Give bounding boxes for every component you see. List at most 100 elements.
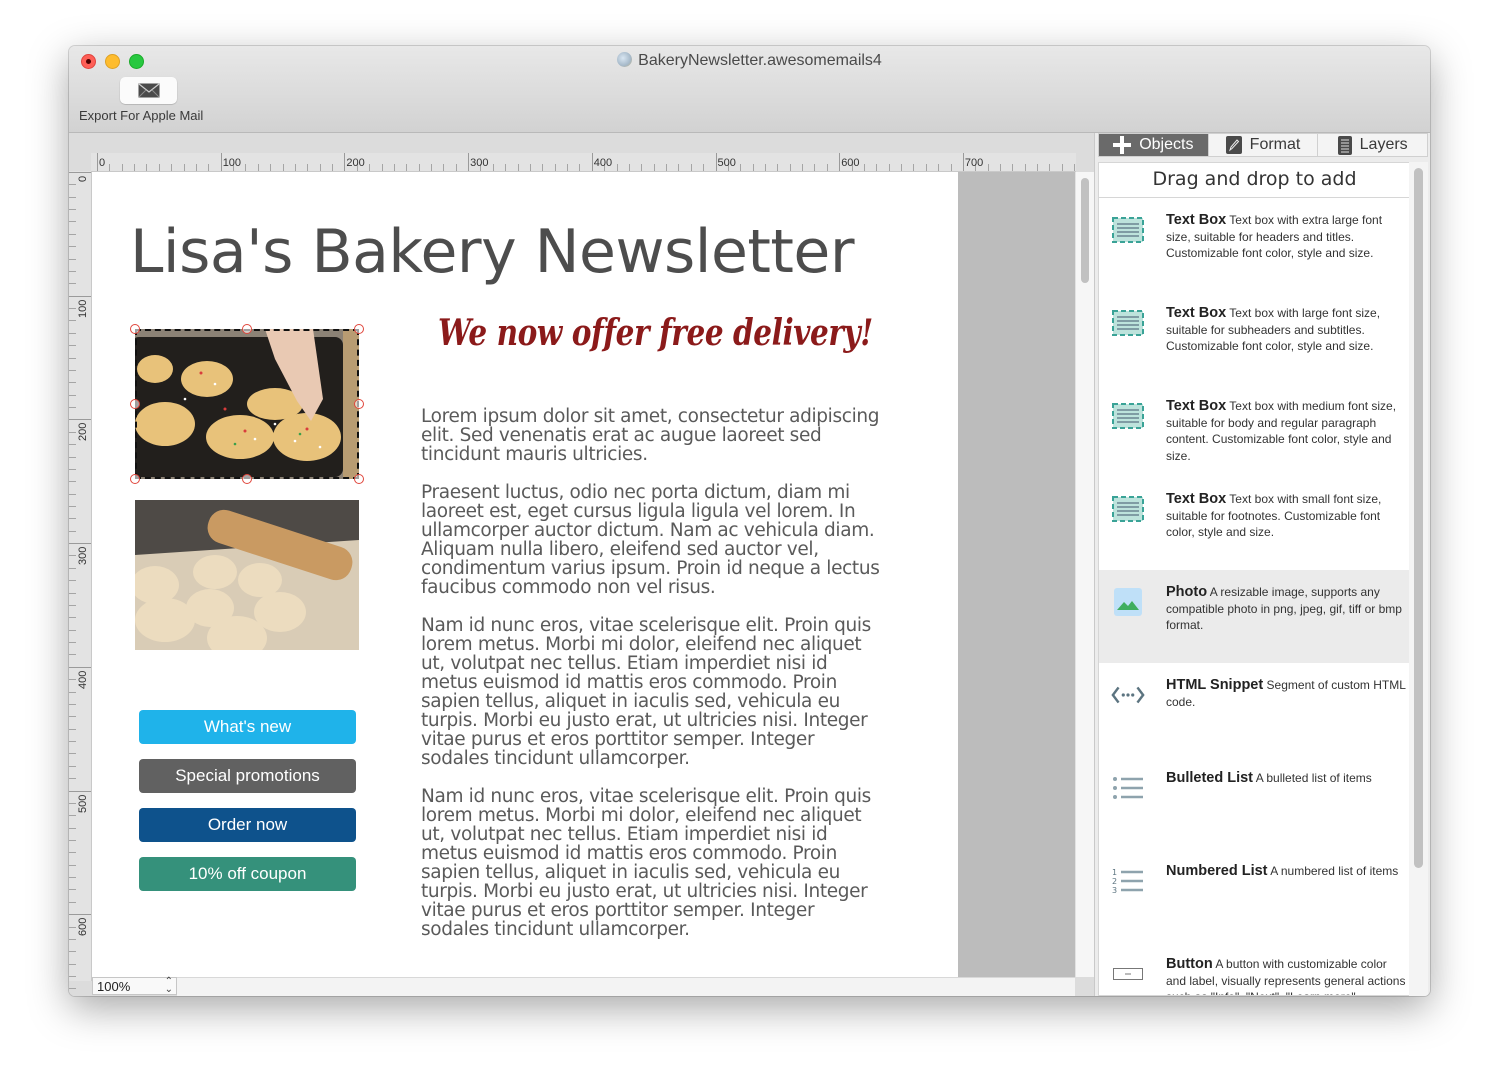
resize-handle-left[interactable]: [130, 399, 140, 409]
object-item-numbered-list[interactable]: 123 Numbered List A numbered list of ite…: [1099, 849, 1410, 942]
ruler-minor-tick: [69, 802, 76, 804]
ruler-minor-tick: [703, 164, 705, 171]
ruler-minor-tick: [69, 963, 76, 965]
resize-handle-bottom-left[interactable]: [130, 474, 140, 484]
ruler-minor-tick: [69, 827, 76, 829]
resize-handle-right[interactable]: [354, 399, 364, 409]
ruler-minor-tick: [876, 164, 878, 171]
object-name: Numbered List: [1166, 863, 1268, 879]
ruler-minor-tick: [69, 951, 76, 953]
ruler-minor-tick: [69, 233, 76, 235]
ruler-label: 400: [77, 670, 89, 689]
ruler-minor-tick: [69, 283, 76, 285]
ruler-minor-tick: [69, 481, 76, 483]
object-name: Text Box: [1166, 491, 1227, 507]
resize-handle-top[interactable]: [242, 324, 252, 334]
svg-text:1: 1: [1112, 868, 1117, 877]
panel-scrollbar-thumb[interactable]: [1414, 168, 1423, 868]
tab-objects[interactable]: Objects: [1099, 134, 1209, 156]
ruler-minor-tick: [69, 815, 76, 817]
ruler-minor-tick: [69, 926, 76, 928]
object-item-text-box[interactable]: Text Box Text box with large font size, …: [1099, 291, 1410, 384]
export-label: Export For Apple Mail: [79, 108, 204, 123]
newsletter-subtitle[interactable]: We now offer free delivery!: [438, 312, 873, 354]
resize-handle-bottom[interactable]: [242, 474, 252, 484]
object-item-html-snippet[interactable]: HTML Snippet Segment of custom HTML code…: [1099, 663, 1410, 756]
svg-text:3: 3: [1112, 886, 1117, 895]
ruler-minor-tick: [443, 164, 445, 171]
object-name: Button: [1166, 956, 1213, 972]
paragraph: Nam id nunc eros, vitae scelerisque elit…: [421, 615, 871, 769]
object-item-text-box[interactable]: Text Box Text box with medium font size,…: [1099, 384, 1410, 477]
ruler-minor-tick: [1012, 164, 1014, 171]
canvas-vertical-scrollbar[interactable]: [1075, 172, 1095, 977]
horizontal-scrollbar[interactable]: [177, 977, 1075, 996]
newsletter-button-special-promotions[interactable]: Special promotions: [139, 759, 356, 793]
paragraph: Nam id nunc eros, vitae scelerisque elit…: [421, 786, 871, 940]
numbered-list-icon: 123: [1111, 865, 1145, 897]
object-item-photo[interactable]: Photo A resizable image, supports any co…: [1099, 570, 1410, 663]
ruler-minor-tick: [270, 164, 272, 171]
ruler-minor-tick: [69, 567, 76, 569]
object-name: Text Box: [1166, 212, 1227, 228]
newsletter-button-whats-new[interactable]: What's new: [139, 710, 356, 744]
ruler-label: 300: [470, 157, 489, 169]
ruler-minor-tick: [171, 164, 173, 171]
panel-scrollbar[interactable]: [1409, 162, 1428, 996]
cookies-image: [135, 329, 359, 479]
object-name: Photo: [1166, 584, 1208, 600]
ruler-label: 100: [77, 299, 89, 318]
ruler-minor-tick: [888, 164, 890, 171]
ruler-minor-tick: [69, 493, 76, 495]
bulleted-list-icon: [1111, 772, 1145, 804]
layers-list-icon: [1337, 135, 1352, 155]
ruler-minor-tick: [863, 164, 865, 171]
pencil-icon: [1225, 136, 1242, 154]
ruler-major-tick: [715, 153, 717, 171]
code-snippet-icon: [1111, 679, 1145, 711]
object-item-bulleted-list[interactable]: Bulleted List A bulleted list of items: [1099, 756, 1410, 849]
tab-format[interactable]: Format: [1209, 134, 1319, 156]
resize-handle-top-left[interactable]: [130, 324, 140, 334]
object-item-button[interactable]: Button A button with customizable color …: [1099, 942, 1410, 995]
newsletter-page: Lisa's Bakery Newsletter We now offer fr…: [92, 172, 958, 977]
tab-layers[interactable]: Layers: [1318, 134, 1427, 156]
zoom-level-stepper[interactable]: 100% ⌃ ⌄: [92, 977, 177, 995]
text-box-icon: [1111, 400, 1145, 432]
ruler-minor-tick: [529, 164, 531, 171]
ruler-minor-tick: [777, 164, 779, 171]
ruler-minor-tick: [69, 753, 76, 755]
ruler-minor-tick: [69, 679, 76, 681]
ruler-minor-tick: [257, 164, 259, 171]
ruler-minor-tick: [69, 938, 76, 940]
newsletter-button-order-now[interactable]: Order now: [139, 808, 356, 842]
newsletter-button-coupon[interactable]: 10% off coupon: [139, 857, 356, 891]
scrollbar-thumb[interactable]: [1081, 178, 1089, 283]
photo-cookies[interactable]: [135, 329, 359, 479]
ruler-minor-tick: [69, 221, 76, 223]
ruler-minor-tick: [69, 530, 76, 532]
resize-handle-bottom-right[interactable]: [354, 474, 364, 484]
ruler-minor-tick: [925, 164, 927, 171]
ruler-minor-tick: [517, 164, 519, 171]
ruler-minor-tick: [666, 164, 668, 171]
svg-text:2: 2: [1112, 877, 1117, 886]
ruler-label: 300: [77, 546, 89, 566]
object-item-text-box[interactable]: Text Box Text box with small font size, …: [1099, 477, 1410, 570]
newsletter-body[interactable]: Lorem ipsum dolor sit amet, consectetur …: [421, 407, 881, 958]
ruler-minor-tick: [369, 164, 371, 171]
resize-handle-top-right[interactable]: [354, 324, 364, 334]
ruler-minor-tick: [69, 555, 76, 557]
stepper-arrows-icon[interactable]: ⌃ ⌄: [165, 977, 173, 995]
object-item-text-box[interactable]: Text Box Text box with extra large font …: [1099, 198, 1410, 291]
ruler-major-tick: [468, 153, 470, 171]
ruler-label: 0: [99, 157, 106, 169]
photo-dough[interactable]: [135, 500, 359, 650]
ruler-minor-tick: [69, 592, 76, 594]
horizontal-ruler: 0 100 200 300 400 500 600 700: [91, 153, 1076, 172]
export-for-apple-mail-button[interactable]: [120, 77, 177, 104]
ruler-minor-tick: [69, 617, 76, 619]
ruler-minor-tick: [69, 209, 76, 211]
newsletter-title[interactable]: Lisa's Bakery Newsletter: [130, 217, 855, 287]
ruler-minor-tick: [109, 164, 111, 171]
